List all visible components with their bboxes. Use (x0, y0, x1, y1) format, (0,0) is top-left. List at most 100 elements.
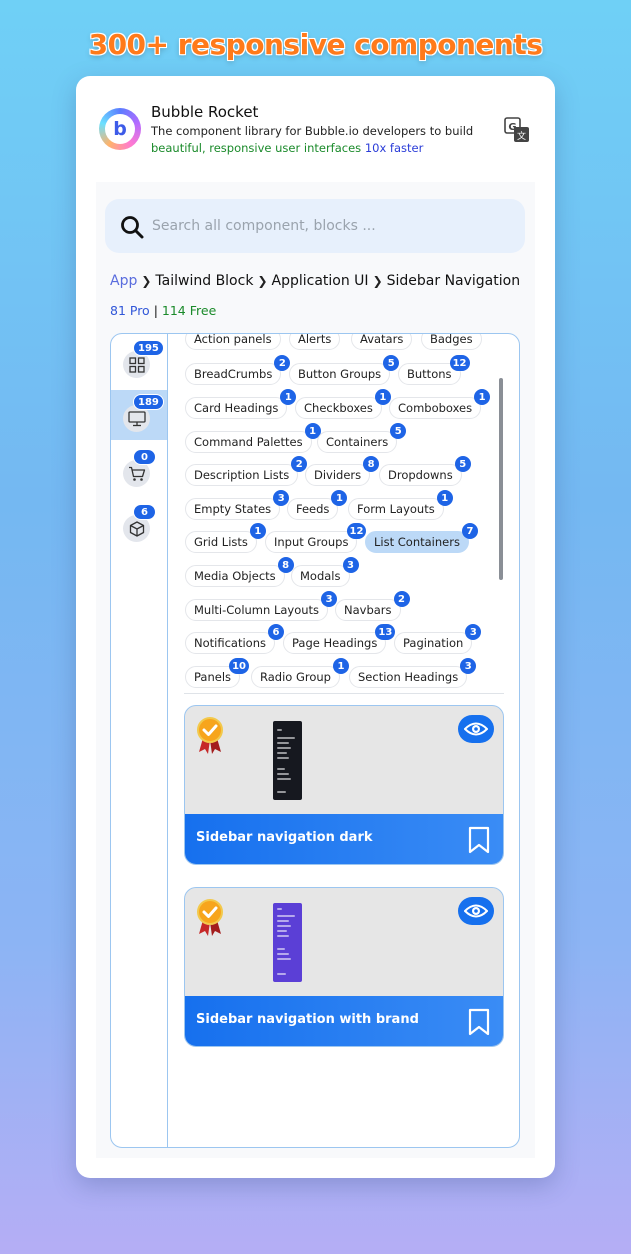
chip-badges[interactable]: Badges (421, 334, 482, 350)
chip-notifications[interactable]: Notifications 6 (185, 624, 284, 654)
chip-count: 1 (374, 389, 391, 405)
chip-media-objects[interactable]: Media Objects 8 (185, 557, 294, 587)
chip-count: 10 (229, 658, 250, 674)
chip-list-containers[interactable]: List Containers 7 (365, 523, 478, 553)
app-name: Bubble Rocket (151, 103, 259, 121)
rail-count: 189 (133, 394, 164, 410)
chip-count: 12 (346, 523, 367, 539)
chip-count: 1 (280, 389, 297, 405)
tagline-green: beautiful, responsive user interfaces (151, 141, 362, 155)
bookmark-icon[interactable] (468, 1008, 490, 1036)
preview-line (277, 908, 282, 910)
chip-checkboxes[interactable]: Checkboxes 1 (295, 389, 391, 419)
chip-count: 3 (273, 490, 290, 506)
rail-item-cart[interactable]: 0 (111, 445, 167, 495)
chip-form-layouts[interactable]: Form Layouts 1 (348, 490, 453, 520)
breadcrumb-app[interactable]: App (110, 273, 137, 289)
headline: 300+ responsive components (88, 28, 543, 61)
component-card[interactable]: Sidebar navigation with brand (184, 887, 504, 1047)
chip-button-groups[interactable]: Button Groups 5 (289, 355, 400, 385)
chip-count: 1 (331, 490, 348, 506)
component-browser: 195 189 0 6 Action panels Alerts Avatars… (110, 333, 520, 1148)
chip-count: 6 (267, 624, 284, 640)
chip-label: Navbars (344, 603, 392, 617)
chip-card-headings[interactable]: Card Headings 1 (185, 389, 297, 419)
chip-label: Badges (430, 334, 473, 346)
chip-radio-group[interactable]: Radio Group 1 (251, 658, 349, 688)
chips-scrollbar[interactable] (499, 378, 503, 580)
chip-alerts[interactable]: Alerts (289, 334, 341, 350)
chip-label: Buttons (407, 367, 452, 381)
chip-dropdowns[interactable]: Dropdowns 5 (379, 456, 471, 486)
rail-item-monitor[interactable]: 189 (111, 390, 167, 440)
chip-count: 3 (465, 624, 482, 640)
rail-item-box[interactable]: 6 (111, 500, 167, 550)
chip-label: BreadCrumbs (194, 367, 273, 381)
extension-panel: b Bubble Rocket The component library fo… (76, 76, 555, 1178)
rail-item-grid[interactable]: 195 (111, 336, 167, 386)
card-footer: Sidebar navigation with brand (185, 996, 503, 1046)
chip-containers[interactable]: Containers 5 (317, 423, 407, 453)
preview-line (277, 948, 285, 950)
chip-feeds[interactable]: Feeds 1 (287, 490, 348, 520)
preview-line (277, 791, 286, 793)
chip-count: 5 (390, 423, 407, 439)
chip-section-headings[interactable]: Section Headings 3 (349, 658, 477, 688)
card-title: Sidebar navigation dark (196, 830, 373, 845)
chip-navbars[interactable]: Navbars 2 (335, 591, 410, 621)
chip-count: 7 (461, 523, 478, 539)
chip-label: Grid Lists (194, 535, 248, 549)
chip-label: Page Headings (292, 636, 378, 650)
chip-label: Empty States (194, 502, 272, 516)
chip-input-groups[interactable]: Input Groups 12 (265, 523, 367, 553)
breadcrumb-tailwind-block[interactable]: Tailwind Block (155, 273, 253, 289)
chip-count: 3 (342, 557, 359, 573)
card-title: Sidebar navigation with brand (196, 1012, 419, 1027)
chip-label: Pagination (403, 636, 464, 650)
chip-modals[interactable]: Modals 3 (291, 557, 359, 587)
content: App❯Tailwind Block❯Application UI❯Sideba… (96, 182, 535, 1158)
preview-line (277, 953, 289, 955)
chip-label: Containers (326, 435, 389, 449)
chip-buttons[interactable]: Buttons 12 (398, 355, 470, 385)
preview-button[interactable] (458, 897, 494, 925)
chip-label: Comboboxes (398, 401, 473, 415)
chip-breadcrumbs[interactable]: BreadCrumbs 2 (185, 355, 291, 385)
chip-label: Button Groups (298, 367, 382, 381)
tagline-blue: 10x faster (364, 141, 424, 155)
preview-thumbnail (273, 903, 302, 982)
pro-count: 81 Pro (110, 303, 150, 318)
chip-count: 2 (393, 591, 410, 607)
chip-label: Alerts (298, 334, 332, 346)
preview-button[interactable] (458, 715, 494, 743)
chip-multi-column-layouts[interactable]: Multi-Column Layouts 3 (185, 591, 338, 621)
chip-command-palettes[interactable]: Command Palettes 1 (185, 423, 321, 453)
chip-grid-lists[interactable]: Grid Lists 1 (185, 523, 266, 553)
chip-count: 1 (436, 490, 453, 506)
breadcrumb-application-ui[interactable]: Application UI (272, 273, 369, 289)
chip-empty-states[interactable]: Empty States 3 (185, 490, 290, 520)
chip-description-lists[interactable]: Description Lists 2 (185, 456, 308, 486)
chip-avatars[interactable]: Avatars (351, 334, 413, 350)
chip-count: 1 (474, 389, 491, 405)
chip-label: Avatars (360, 334, 404, 346)
component-card[interactable]: Sidebar navigation dark (184, 705, 504, 865)
chip-dividers[interactable]: Dividers 8 (305, 456, 380, 486)
chip-panels[interactable]: Panels 10 (185, 658, 250, 688)
chip-count: 2 (274, 355, 291, 371)
chip-comboboxes[interactable]: Comboboxes 1 (389, 389, 491, 419)
search-input[interactable] (152, 199, 512, 253)
chip-label: Checkboxes (304, 401, 373, 415)
chip-label: Panels (194, 670, 232, 684)
chip-pagination[interactable]: Pagination 3 (394, 624, 482, 654)
chip-label: Action panels (194, 334, 272, 346)
bookmark-icon[interactable] (468, 826, 490, 854)
preview-line (277, 930, 287, 932)
chip-label: Media Objects (194, 569, 276, 583)
chip-count: 3 (321, 591, 338, 607)
chip-action-panels[interactable]: Action panels (185, 334, 281, 350)
divider (184, 693, 504, 694)
award-icon (197, 899, 223, 936)
chip-page-headings[interactable]: Page Headings 13 (283, 624, 396, 654)
translate-icon[interactable]: G 文 (504, 117, 530, 143)
